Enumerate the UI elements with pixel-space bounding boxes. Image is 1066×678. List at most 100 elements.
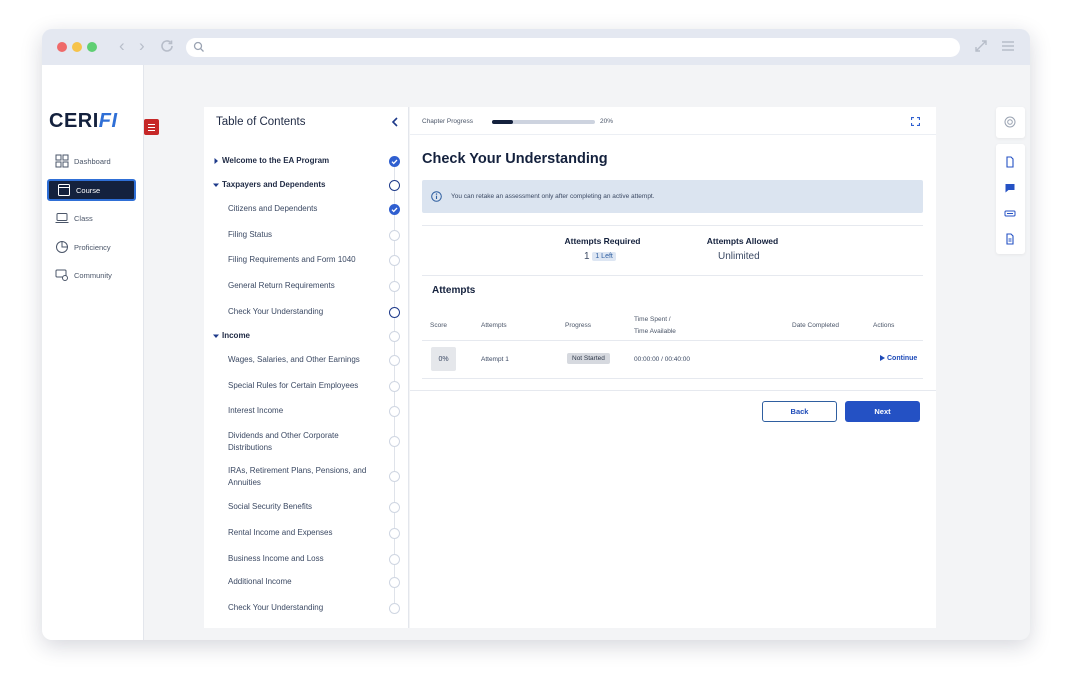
maximize-dot[interactable] (87, 42, 97, 52)
notes-icon[interactable] (1004, 233, 1016, 245)
ceri-fi-logo[interactable]: CERIFI (49, 110, 118, 133)
time-spent: 00:00:00 / 00:40:00 (634, 356, 691, 363)
sidebar-item-label: Class (74, 213, 93, 223)
toc-item-label: Filing Requirements and Form 1040 (228, 255, 356, 264)
toc-item-label: IRAs, Retirement Plans, Pensions, and An… (228, 466, 367, 487)
reload-icon[interactable] (159, 38, 175, 54)
menu-toggle-button[interactable] (144, 119, 159, 135)
community-icon (55, 269, 68, 281)
play-icon (880, 355, 885, 361)
toc-item-label: Interest Income (228, 406, 284, 415)
caret-down-icon[interactable] (213, 182, 219, 188)
search-icon (193, 41, 204, 52)
toc-item-label: Rental Income and Expenses (228, 528, 333, 537)
pending-status-icon (389, 471, 400, 482)
back-nav-icon[interactable]: ‹ (119, 36, 125, 56)
chevron-left-icon[interactable] (390, 116, 400, 128)
toc-item-label: Income (222, 331, 251, 340)
pending-status-icon (389, 381, 400, 392)
expand-icon[interactable] (973, 38, 989, 54)
attempts-allowed-label: Attempts Allowed (706, 236, 779, 246)
toc-item-label: Welcome to the EA Program (222, 156, 330, 165)
column-header-score: Score (430, 322, 447, 329)
toc-item-label: Social Security Benefits (228, 502, 313, 511)
pending-status-icon (389, 281, 400, 292)
status-badge: Not Started (567, 353, 610, 364)
attempts-required-value: 1 1 Left (584, 251, 616, 262)
toc-item-label: Additional Income (228, 577, 292, 586)
sidebar-item-label: Course (76, 185, 101, 195)
attempts-left-badge: 1 Left (592, 251, 616, 261)
caption-icon[interactable] (1004, 208, 1016, 220)
pending-status-icon (389, 502, 400, 513)
sidebar-item-class[interactable]: Class (47, 207, 136, 229)
completed-check-icon (389, 204, 400, 215)
pending-status-icon (389, 528, 400, 539)
close-dot[interactable] (57, 42, 67, 52)
pending-status-icon (389, 603, 400, 614)
next-button[interactable]: Next (845, 401, 920, 422)
pending-status-icon (389, 406, 400, 417)
current-status-icon (389, 307, 400, 318)
forward-nav-icon[interactable]: › (139, 36, 145, 56)
support-panel (996, 107, 1025, 138)
attempt-name: Attempt 1 (481, 356, 509, 363)
dashboard-icon (55, 154, 69, 168)
toc-item-label: Business Income and Loss (228, 554, 324, 563)
address-bar[interactable] (186, 38, 960, 57)
divider (422, 275, 923, 276)
fullscreen-icon[interactable] (911, 117, 920, 126)
table-header-divider (422, 340, 923, 341)
toc-item-label: Special Rules for Certain Employees (228, 381, 359, 390)
sidebar-item-dashboard[interactable]: Dashboard (47, 150, 136, 172)
support-icon[interactable] (1004, 116, 1016, 128)
footer-divider (410, 390, 936, 391)
chapter-progress-bar (492, 120, 595, 124)
attempts-section-title: Attempts (432, 285, 476, 296)
header-divider (410, 134, 936, 135)
chat-icon[interactable] (1004, 182, 1016, 194)
caret-right-icon[interactable] (213, 158, 219, 164)
pending-status-icon (389, 554, 400, 565)
toc-item-label: General Return Requirements (228, 281, 335, 290)
back-button[interactable]: Back (762, 401, 837, 422)
pending-status-icon (389, 436, 400, 447)
sidebar-item-proficiency[interactable]: Proficiency (47, 236, 136, 258)
table-of-contents: Table of Contents Welcome to the EA Prog… (204, 107, 409, 628)
lesson-content: Chapter Progress 20% Check Your Understa… (410, 107, 936, 628)
attempts-required-label: Attempts Required (564, 236, 641, 246)
toc-item-label: Dividends and Other Corporate Distributi… (228, 431, 339, 452)
pending-status-icon (389, 255, 400, 266)
attempts-allowed-value: Unlimited (718, 251, 760, 262)
chapter-progress-fill (492, 120, 513, 124)
column-header-attempts: Attempts (481, 322, 507, 329)
completed-check-icon (389, 156, 400, 167)
class-icon (55, 213, 69, 223)
tools-panel (996, 144, 1025, 254)
chapter-progress-label: Chapter Progress (422, 118, 473, 125)
chapter-progress-percent: 20% (600, 118, 614, 125)
page-title: Check Your Understanding (422, 151, 608, 167)
toc-item-label: Filing Status (228, 230, 273, 239)
sidebar-item-course[interactable]: Course (47, 179, 136, 201)
current-status-icon (389, 180, 400, 191)
pending-status-icon (389, 230, 400, 241)
sidebar-item-label: Proficiency (74, 242, 111, 252)
info-banner: You can retake an assessment only after … (422, 180, 923, 213)
toc-title: Table of Contents (216, 116, 306, 128)
pending-status-icon (389, 331, 400, 342)
menu-icon[interactable] (1000, 38, 1016, 54)
table-row-divider (422, 378, 923, 379)
caret-down-icon[interactable] (213, 333, 219, 339)
toc-item-label: Check Your Understanding (228, 603, 324, 612)
toc-item-label: Taxpayers and Dependents (222, 180, 326, 189)
sidebar-item-community[interactable]: Community (47, 264, 136, 286)
divider (422, 225, 923, 226)
proficiency-icon (56, 241, 68, 253)
continue-link[interactable]: Continue (880, 355, 917, 362)
minimize-dot[interactable] (72, 42, 82, 52)
column-header-time: Time Spent / Time Available (634, 316, 676, 335)
course-icon (58, 184, 70, 196)
document-icon[interactable] (1004, 156, 1016, 168)
sidebar-item-label: Community (74, 270, 112, 280)
